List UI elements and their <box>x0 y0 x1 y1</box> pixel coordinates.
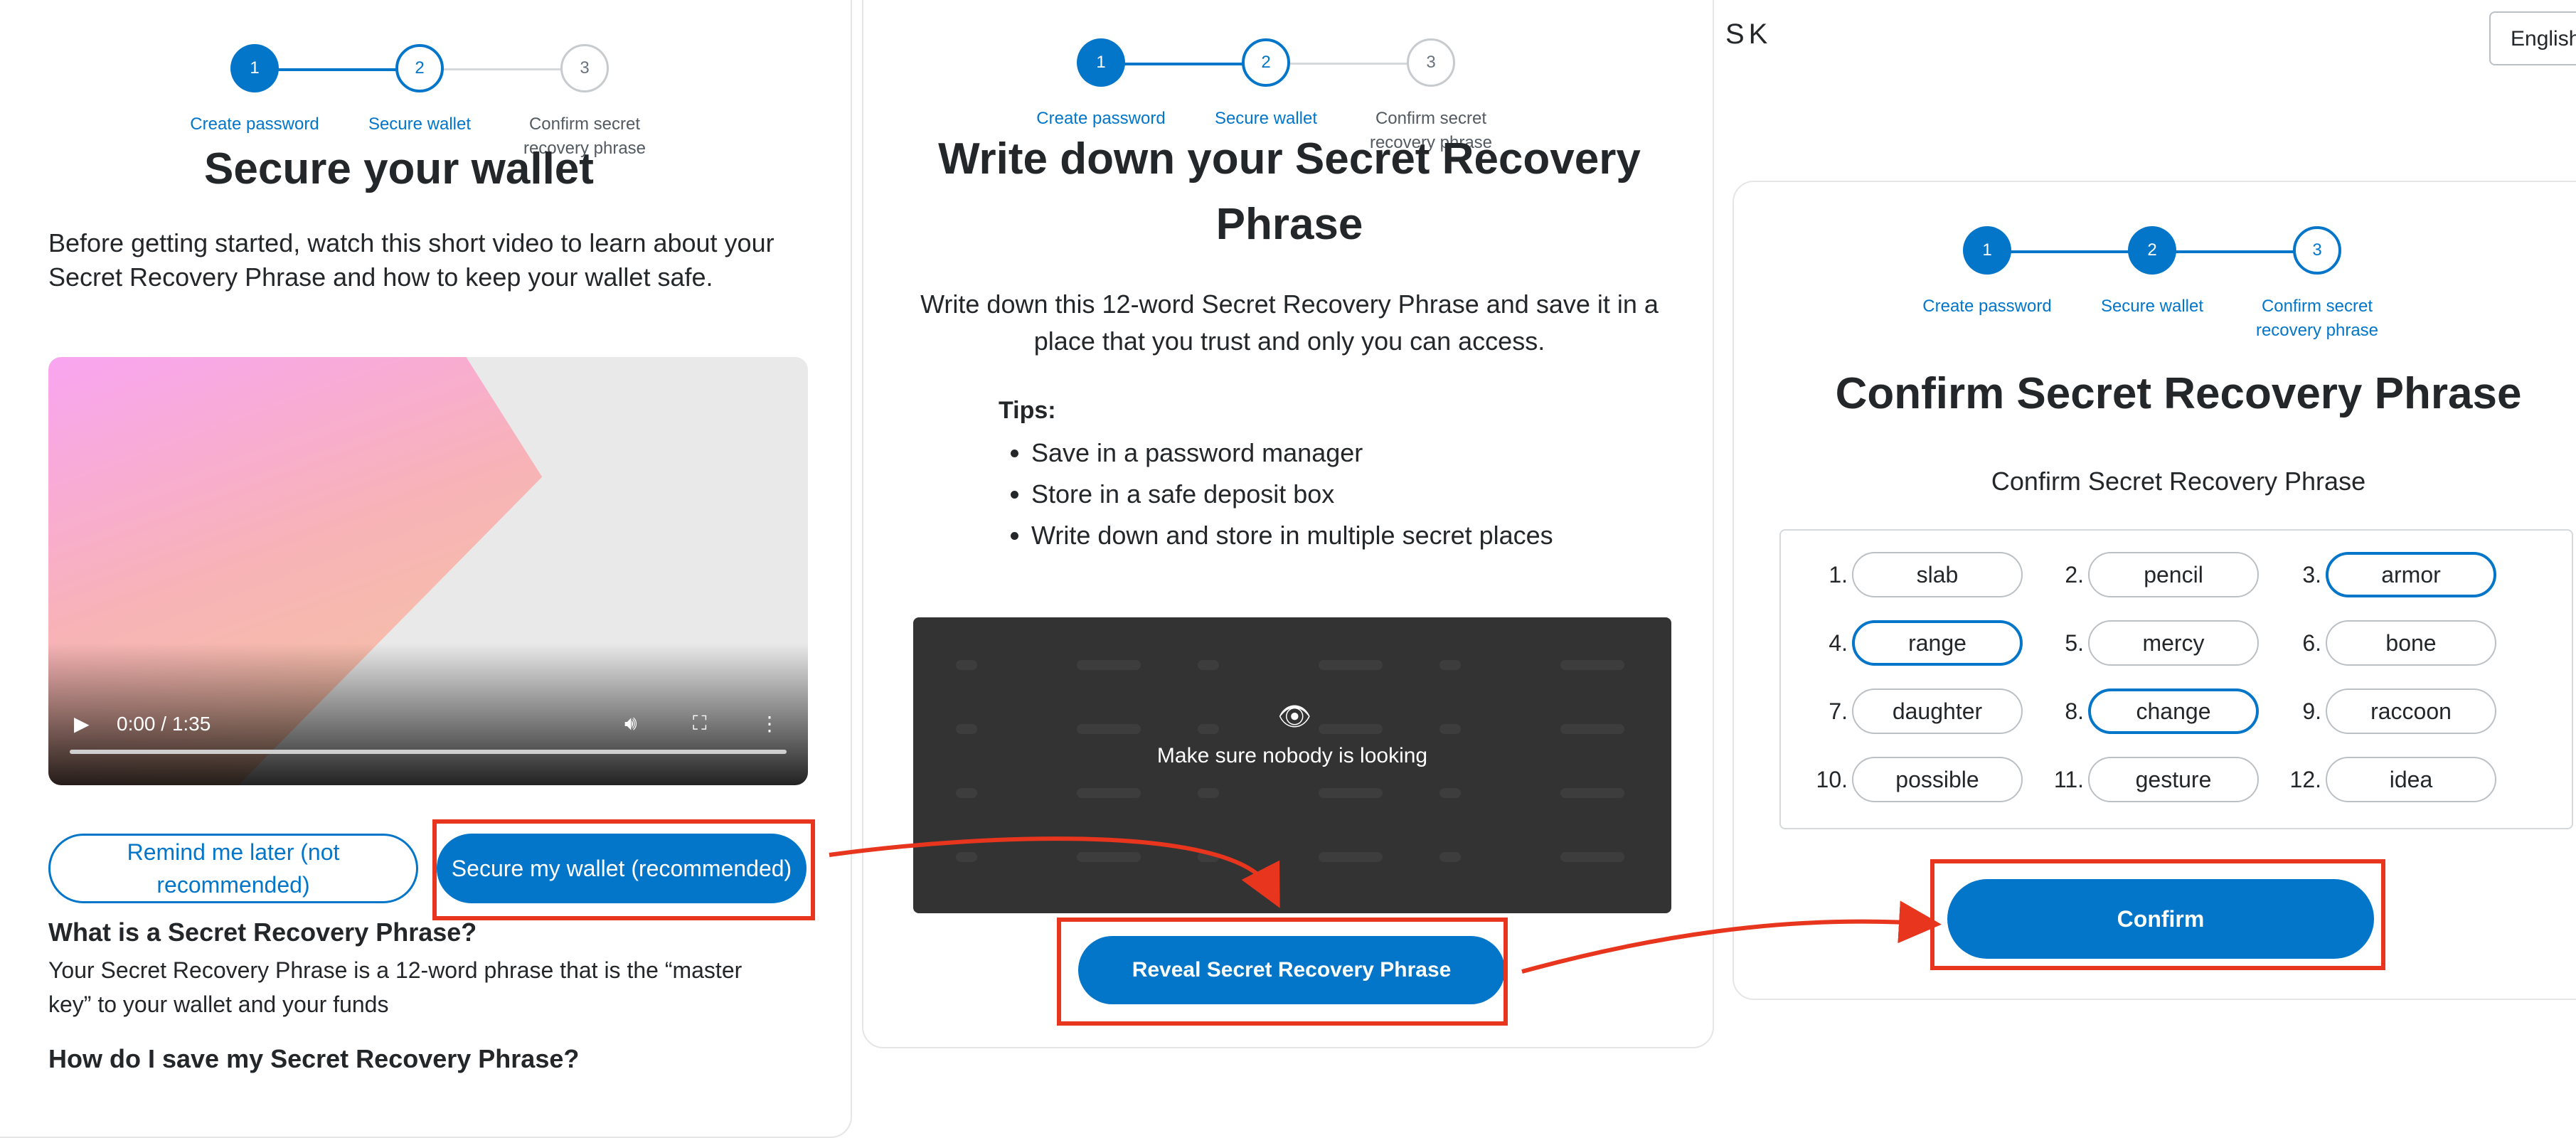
arrow-to-confirm <box>1521 900 1942 974</box>
arrow-to-reveal <box>829 836 1280 908</box>
annotation-arrows <box>829 836 1942 974</box>
